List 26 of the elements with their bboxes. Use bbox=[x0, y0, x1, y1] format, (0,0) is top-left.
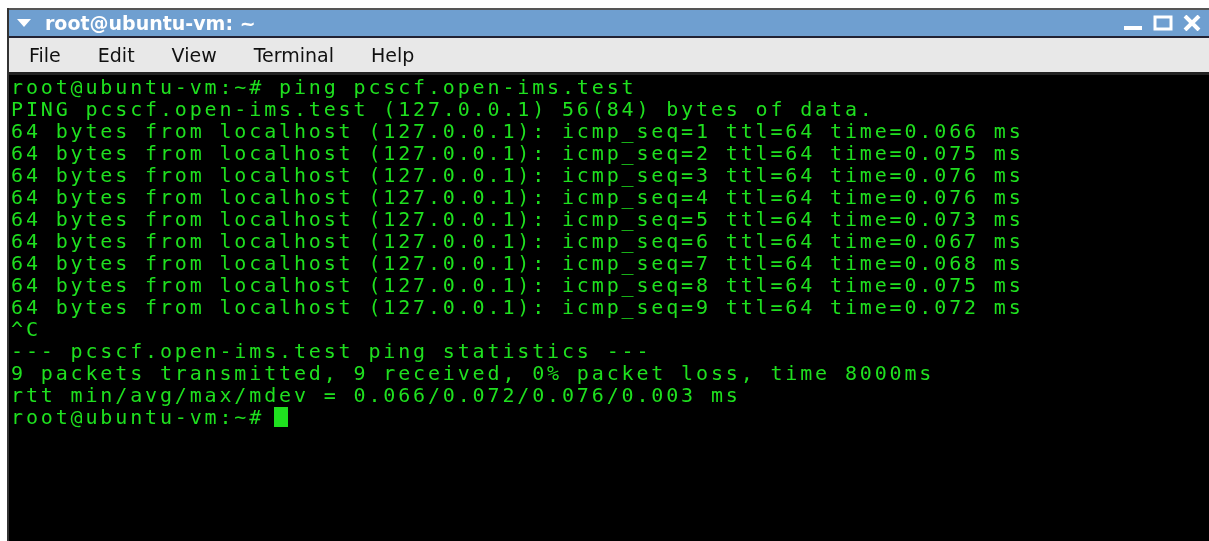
terminal-line: root@ubuntu-vm:~# bbox=[11, 406, 265, 428]
terminal-line: 64 bytes from localhost (127.0.0.1): icmp_seq=1 ttl=64 time=0.066 ms bbox=[11, 120, 1024, 142]
terminal-line: ^C bbox=[11, 318, 41, 340]
terminal-line: PING pcscf.open-ims.test (127.0.0.1) 56(84) bytes of data. bbox=[11, 98, 875, 120]
terminal-line: root@ubuntu-vm:~# ping pcscf.open-ims.test bbox=[11, 76, 637, 98]
maximize-icon[interactable] bbox=[1153, 15, 1173, 31]
terminal-line: 64 bytes from localhost (127.0.0.1): icmp_seq=5 ttl=64 time=0.073 ms bbox=[11, 208, 1024, 230]
dropdown-arrow-icon[interactable] bbox=[17, 19, 31, 27]
menu-item[interactable]: Terminal bbox=[251, 44, 351, 66]
terminal-line: 64 bytes from localhost (127.0.0.1): icmp_seq=3 ttl=64 time=0.076 ms bbox=[11, 164, 1024, 186]
menu-item[interactable]: View bbox=[169, 44, 234, 66]
terminal-line: 64 bytes from localhost (127.0.0.1): icmp_seq=9 ttl=64 time=0.072 ms bbox=[11, 296, 1024, 318]
menu-item[interactable]: File bbox=[27, 44, 78, 66]
close-icon[interactable] bbox=[1183, 15, 1201, 31]
terminal-area[interactable] bbox=[9, 75, 1209, 541]
terminal-line: 9 packets transmitted, 9 received, 0% packet loss, time 8000ms bbox=[11, 362, 935, 384]
terminal-line: 64 bytes from localhost (127.0.0.1): icmp_seq=7 ttl=64 time=0.068 ms bbox=[11, 252, 1024, 274]
terminal-line: 64 bytes from localhost (127.0.0.1): icmp_seq=4 ttl=64 time=0.076 ms bbox=[11, 186, 1024, 208]
terminal-line: 64 bytes from localhost (127.0.0.1): icmp_seq=8 ttl=64 time=0.075 ms bbox=[11, 274, 1024, 296]
window-title: root@ubuntu-vm: ~ bbox=[45, 12, 257, 34]
menu-item[interactable]: Edit bbox=[95, 44, 152, 66]
terminal-line: 64 bytes from localhost (127.0.0.1): icmp_seq=2 ttl=64 time=0.075 ms bbox=[11, 142, 1024, 164]
terminal-line: rtt min/avg/max/mdev = 0.066/0.072/0.076/0.003 ms bbox=[11, 384, 741, 406]
menu-item[interactable]: Help bbox=[369, 44, 432, 66]
terminal-line: --- pcscf.open-ims.test ping statistics --- bbox=[11, 340, 652, 362]
terminal-line: 64 bytes from localhost (127.0.0.1): icmp_seq=6 ttl=64 time=0.067 ms bbox=[11, 230, 1024, 252]
